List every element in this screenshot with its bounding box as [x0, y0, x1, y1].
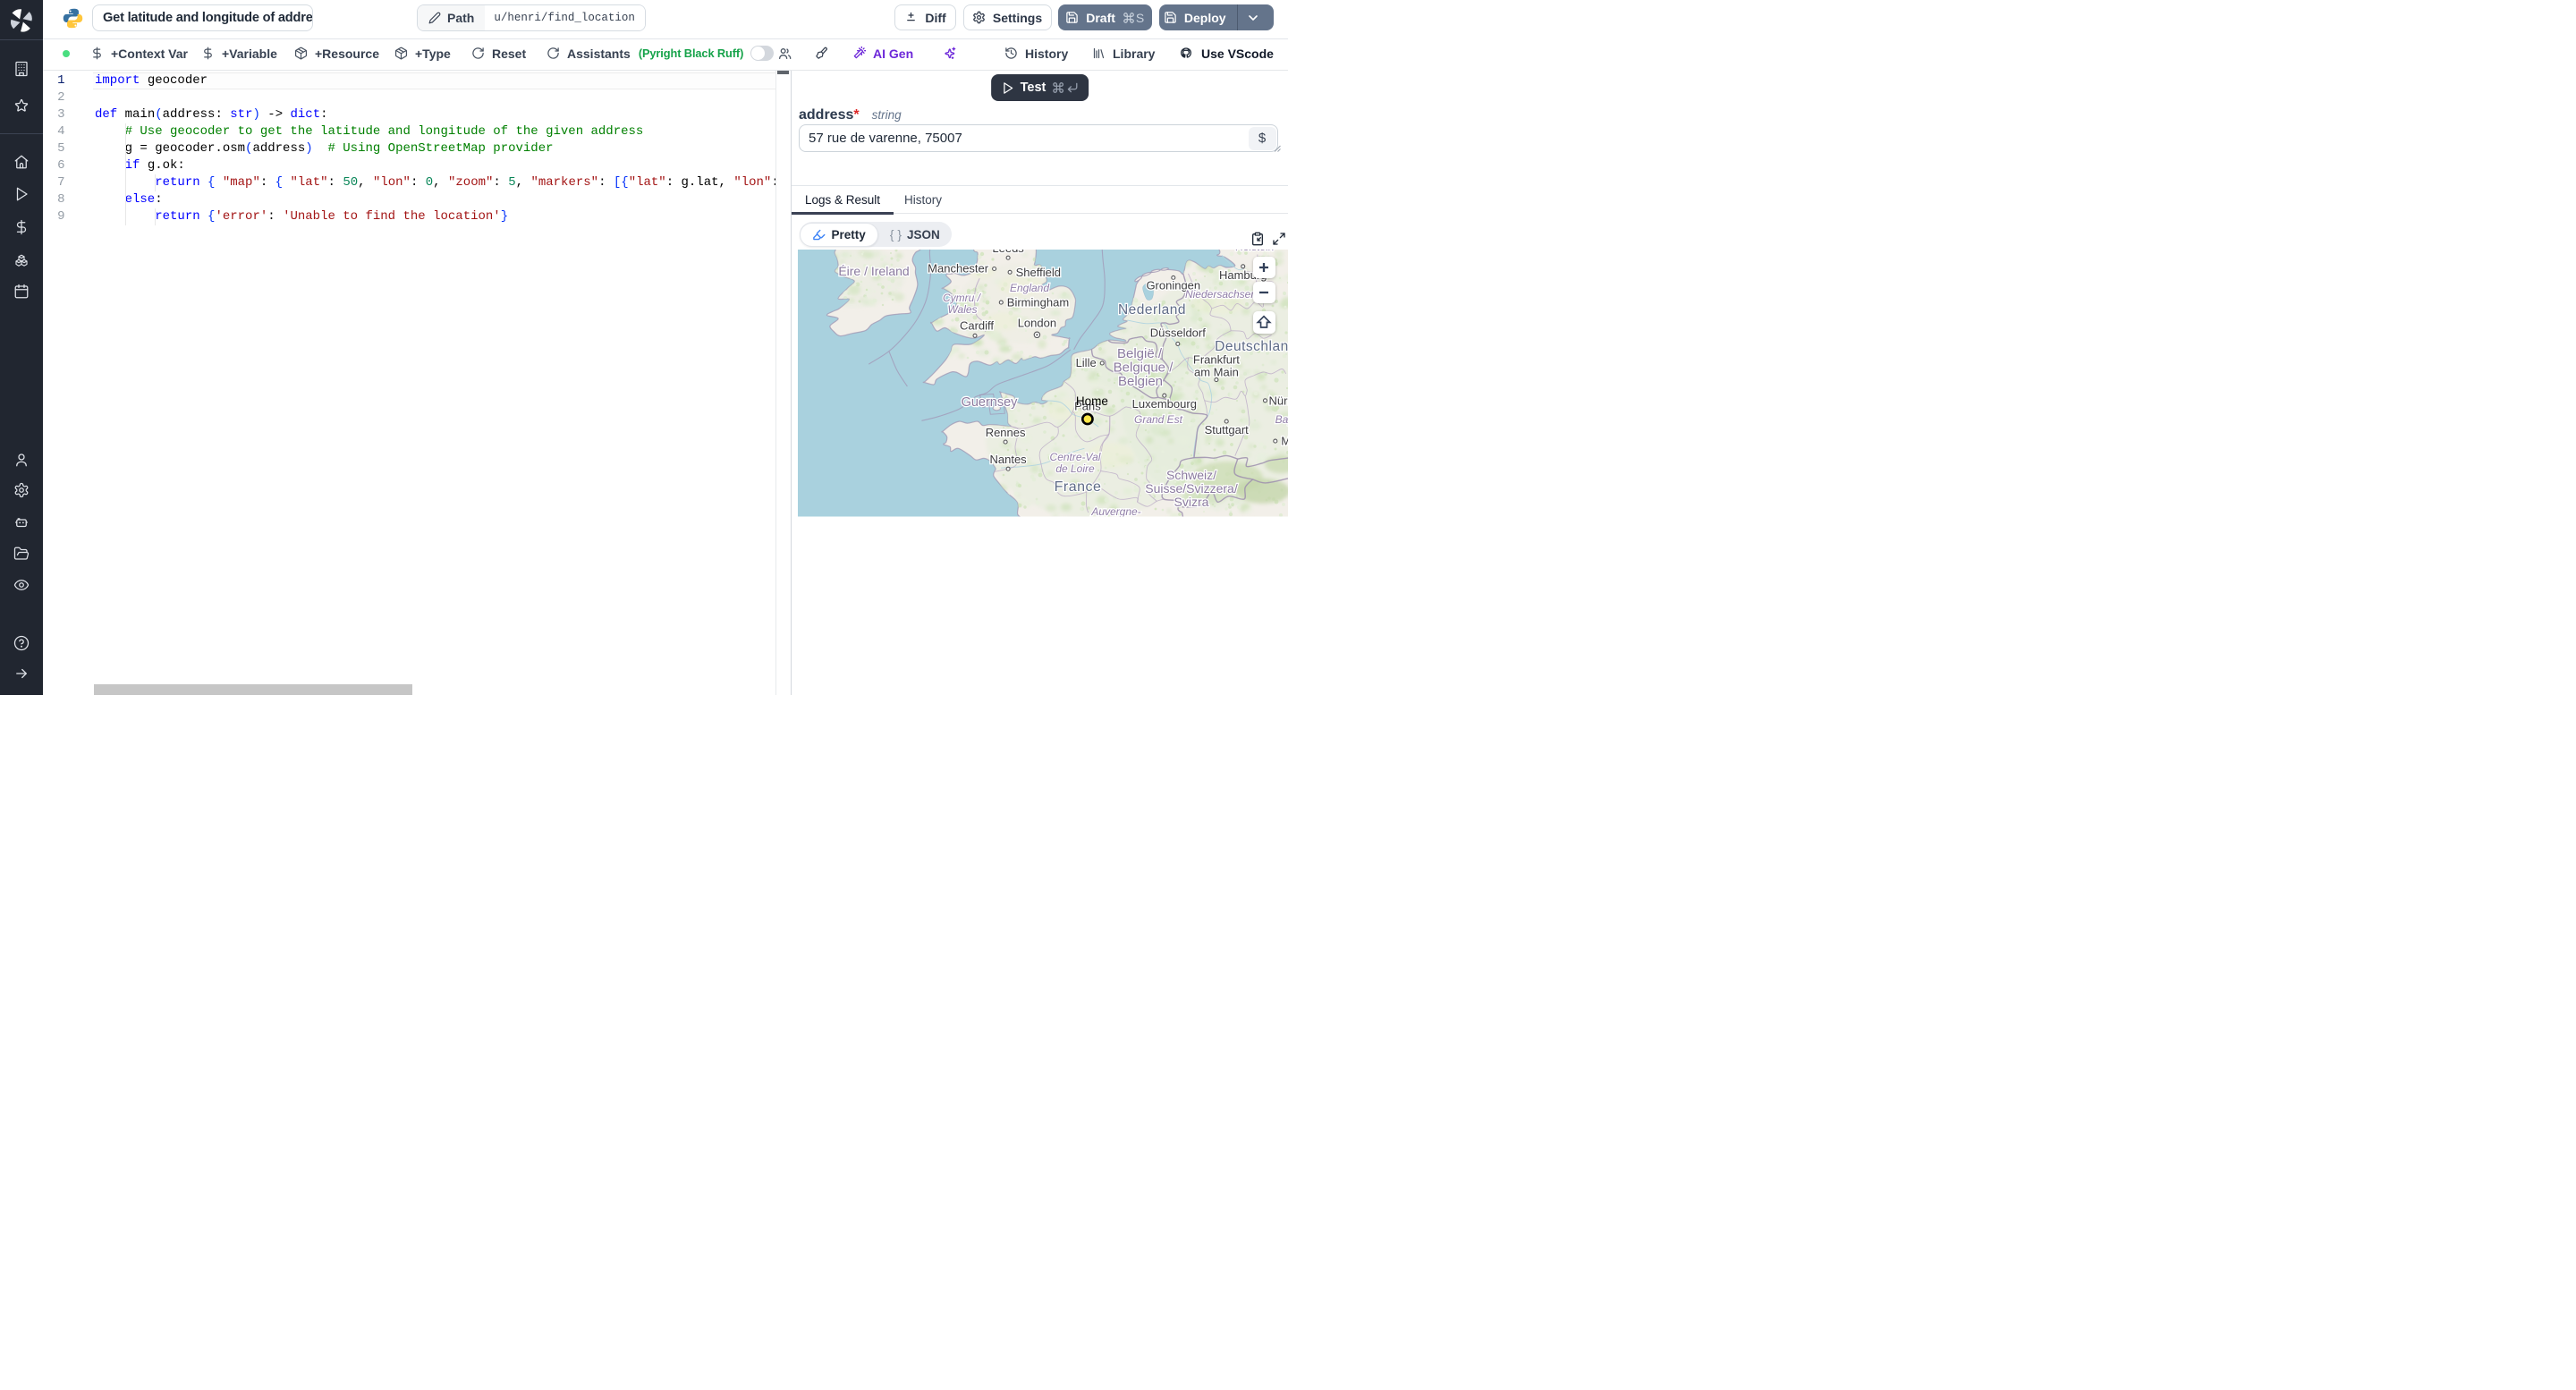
svg-text:Stuttgart: Stuttgart	[1204, 423, 1249, 436]
svg-text:Belgique /: Belgique /	[1113, 360, 1174, 376]
svg-text:Wales: Wales	[947, 303, 977, 316]
svg-text:Schweiz/: Schweiz/	[1165, 468, 1216, 482]
svg-text:Centre-Val: Centre-Val	[1049, 451, 1100, 463]
svg-text:Home: Home	[1075, 394, 1107, 408]
svg-text:Manchester: Manchester	[928, 262, 989, 275]
svg-text:Belgien: Belgien	[1117, 374, 1162, 389]
svg-text:Grand Est: Grand Est	[1133, 413, 1182, 426]
svg-text:Rennes: Rennes	[985, 426, 1025, 439]
svg-text:Suisse/Svizzera/: Suisse/Svizzera/	[1145, 481, 1238, 496]
svg-text:de Loire: de Loire	[1055, 462, 1095, 475]
svg-text:München: München	[1281, 435, 1288, 448]
svg-text:Éire / Ireland: Éire / Ireland	[838, 264, 909, 278]
svg-text:Düsseldorf: Düsseldorf	[1149, 326, 1206, 339]
svg-text:Leeds: Leeds	[992, 250, 1024, 255]
svg-text:Guernsey: Guernsey	[961, 395, 1018, 410]
svg-text:Luxembourg: Luxembourg	[1131, 397, 1196, 411]
svg-text:am Main: am Main	[1193, 366, 1238, 379]
svg-text:Bay: Bay	[1275, 413, 1288, 426]
svg-text:France: France	[1054, 479, 1101, 495]
svg-text:Niedersachsen: Niedersachsen	[1184, 288, 1256, 301]
svg-text:Nantes: Nantes	[989, 453, 1027, 466]
svg-text:Sheffield: Sheffield	[1015, 266, 1060, 279]
svg-text:London: London	[1017, 316, 1055, 329]
svg-text:Auvergne-: Auvergne-	[1090, 505, 1140, 517]
svg-text:England: England	[1009, 282, 1048, 294]
svg-text:Cardiff: Cardiff	[959, 318, 993, 332]
svg-text:Birmingham: Birmingham	[1006, 296, 1068, 309]
svg-text:Holstein: Holstein	[1235, 250, 1275, 253]
svg-text:Nederland: Nederland	[1117, 302, 1185, 318]
svg-text:Lille: Lille	[1075, 356, 1096, 369]
svg-text:Cymru /: Cymru /	[943, 292, 982, 304]
svg-text:Deutschland: Deutschland	[1215, 339, 1288, 354]
svg-text:Nürnberg: Nürnberg	[1268, 394, 1288, 407]
svg-text:Svizra: Svizra	[1174, 495, 1208, 509]
svg-text:België /: België /	[1116, 346, 1162, 361]
svg-text:Frankfurt: Frankfurt	[1192, 353, 1239, 367]
